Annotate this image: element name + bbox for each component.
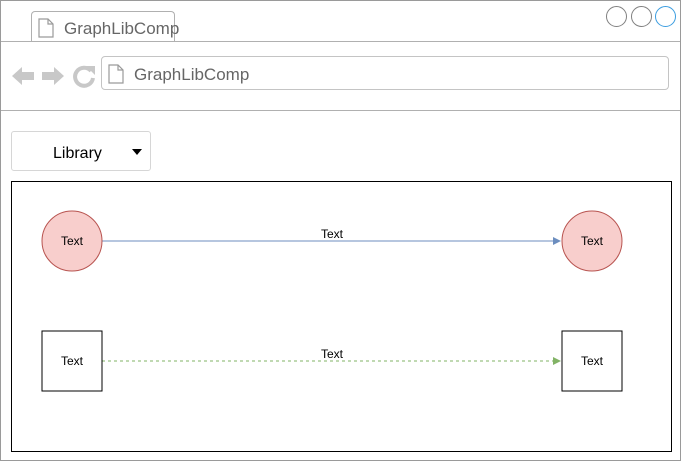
reload-icon[interactable]	[72, 64, 96, 88]
edge-label-2: Text	[321, 347, 344, 361]
chevron-down-icon	[132, 149, 142, 155]
tab-title: GraphLibComp	[64, 19, 180, 38]
page-icon	[108, 64, 124, 84]
address-bar[interactable]: GraphLibComp	[101, 56, 669, 90]
browser-tab[interactable]: GraphLibComp	[31, 11, 179, 41]
graph-svg: Text Text Text Text Text Text	[41, 210, 623, 392]
square-node-source-label: Text	[61, 354, 84, 368]
square-node-target-label: Text	[581, 354, 604, 368]
library-dropdown[interactable]: Library	[11, 131, 151, 171]
tab-bar: GraphLibComp	[1, 1, 680, 42]
browser-window: GraphLibComp GraphLibComp Library Text T…	[0, 0, 681, 461]
navigation-bar: GraphLibComp	[1, 42, 680, 111]
page-icon	[38, 18, 54, 38]
maximize-button[interactable]	[631, 6, 652, 27]
circle-node-target-label: Text	[581, 234, 604, 248]
minimize-button[interactable]	[606, 6, 627, 27]
graph-canvas: Text Text Text Text Text Text	[11, 181, 672, 452]
edge-label-1: Text	[321, 227, 344, 241]
library-label: Library	[53, 145, 102, 162]
arrow-right-icon[interactable]	[41, 64, 65, 88]
close-button[interactable]	[655, 6, 676, 27]
address-text: GraphLibComp	[134, 65, 250, 84]
arrow-left-icon[interactable]	[11, 64, 35, 88]
circle-node-source-label: Text	[61, 234, 84, 248]
